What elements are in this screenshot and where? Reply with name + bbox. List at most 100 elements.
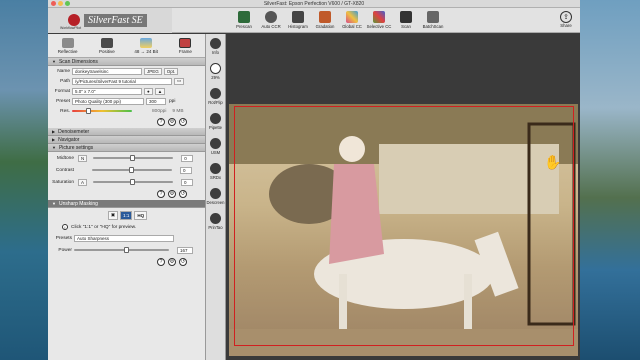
bit-depth-mode[interactable]: 48 → 24 Bit [127, 34, 166, 57]
collapse-arrow-icon: ▼ [52, 145, 56, 150]
info-icon: i [62, 224, 68, 230]
contrast-slider[interactable] [92, 167, 172, 173]
close-button[interactable] [51, 1, 56, 6]
midtone-slider[interactable] [93, 155, 174, 161]
reset-icon[interactable]: ↺ [179, 118, 187, 126]
scan-icon [400, 11, 412, 23]
saturation-mode-box[interactable]: A [78, 178, 88, 186]
film-strip-icon [100, 37, 113, 48]
toolbar-buttons: Prescan Auto CCR Histogram Gradation Glo… [232, 11, 445, 29]
global-cc-button[interactable]: Global CC [340, 11, 364, 29]
auto-ccr-icon [265, 11, 277, 23]
info-icon [210, 38, 221, 49]
usm-tool[interactable]: USM [206, 134, 225, 159]
denoisemeter-header[interactable]: ▶ Denoisemeter [48, 128, 205, 136]
expand-arrow-icon: ▶ [52, 137, 56, 142]
help-icon[interactable]: ? [157, 190, 165, 198]
printao-tool[interactable]: PrinTao [206, 209, 225, 234]
usm-power-row: Power 167 [48, 244, 205, 256]
power-slider-knob[interactable] [124, 247, 130, 253]
rotate-flip-tool[interactable]: Rot/Flip [206, 84, 225, 109]
vertical-toolbar: Info 29% Rot/Flip Pipette USM SRDx Descr… [206, 34, 226, 360]
resolution-slider[interactable] [72, 108, 132, 114]
prescan-button[interactable]: Prescan [232, 11, 256, 29]
options-button[interactable]: Opt. [163, 67, 179, 75]
file-format-select[interactable]: JPEG [144, 67, 162, 75]
scan-frame-selection[interactable] [234, 106, 574, 346]
collapse-arrow-icon: ▼ [52, 59, 56, 64]
usm-presets-row: Presets Auto Sharpness [48, 232, 205, 244]
scan-button[interactable]: Scan [394, 11, 418, 29]
usm-hint-row: i Click "1:1" or "HQ" for preview. [48, 222, 205, 232]
landscape-icon[interactable]: ▲ [154, 87, 166, 95]
usm-view-row: ▣ 1:1 HQ [48, 208, 205, 222]
folder-icon[interactable]: ▭ [174, 77, 185, 85]
resolution-slider-knob[interactable] [85, 108, 91, 114]
scan-dimension-actions: ? ⚙ ↺ [48, 116, 205, 128]
saturation-value[interactable]: 0 [181, 178, 194, 186]
saturation-slider-knob[interactable] [130, 179, 136, 185]
settings-icon[interactable]: ⚙ [168, 190, 176, 198]
contrast-value[interactable]: 0 [180, 166, 192, 174]
contrast-row: Contrast 0 [48, 164, 205, 176]
preset-select[interactable]: Photo Quality (300 ppi) [72, 97, 144, 105]
midtone-mode-box[interactable]: N [78, 154, 88, 162]
reset-icon[interactable]: ↺ [179, 190, 187, 198]
main-toolbar: SilverFast SE WorkflowPilot Prescan Auto… [48, 7, 580, 33]
saturation-row: Saturation A 0 [48, 176, 205, 188]
descreen-tool[interactable]: Descreen [206, 184, 225, 209]
gradation-button[interactable]: Gradation [313, 11, 337, 29]
settings-panel: Reflective Positive 48 → 24 Bit Frame ▼ S… [48, 34, 206, 360]
picture-settings-header[interactable]: ▼ Picture settings [48, 144, 205, 152]
format-field[interactable]: 5.0" x 7.0" [72, 87, 142, 95]
help-icon[interactable]: ? [157, 118, 165, 126]
portrait-icon[interactable]: ● [144, 87, 153, 95]
prescan-icon [238, 11, 250, 23]
minimize-button[interactable] [58, 1, 63, 6]
settings-icon[interactable]: ⚙ [168, 258, 176, 266]
saturation-slider[interactable] [93, 179, 174, 185]
desktop-wallpaper-left [0, 0, 48, 360]
batchscan-button[interactable]: BatchScan [421, 11, 445, 29]
reset-icon[interactable]: ↺ [179, 258, 187, 266]
midtone-slider-knob[interactable] [130, 155, 136, 161]
frame-mode[interactable]: Frame [166, 34, 205, 57]
preview-canvas[interactable]: ✋ [226, 34, 580, 360]
ppi-field[interactable]: 300 [146, 97, 166, 105]
selective-cc-button[interactable]: Selective CC [367, 11, 391, 29]
histogram-icon [292, 11, 304, 23]
unsharp-masking-header[interactable]: ▼ Unsharp Masking [48, 200, 205, 208]
navigator-header[interactable]: ▶ Navigator [48, 136, 205, 144]
share-button[interactable]: ⇪ Share [560, 11, 572, 28]
auto-ccr-button[interactable]: Auto CCR [259, 11, 283, 29]
settings-icon[interactable]: ⚙ [168, 118, 176, 126]
logo-subtitle: WorkflowPilot [60, 26, 82, 30]
histogram-button[interactable]: Histogram [286, 11, 310, 29]
midtone-value[interactable]: 0 [181, 154, 194, 162]
share-icon: ⇪ [560, 11, 572, 23]
file-size: 9 MB [172, 108, 184, 114]
zoom-button[interactable] [65, 1, 70, 6]
gradation-icon [319, 11, 331, 23]
preset-row: Preset Photo Quality (300 ppi) 300 ppi [56, 97, 176, 105]
power-slider[interactable] [74, 247, 169, 253]
scan-dimensions-header[interactable]: ▼ Scan Dimensions [48, 58, 205, 66]
format-row: Format 5.0" x 7.0" ● ▲ [48, 86, 205, 96]
view-hq-button[interactable]: HQ [134, 210, 148, 220]
preview-icon[interactable]: ▣ [107, 210, 119, 220]
name-field[interactable]: donkeytravelsinc [72, 67, 142, 75]
path-field[interactable]: /y/Pictures/SilverFast 9 tutorial [72, 77, 172, 85]
zoom-tool[interactable]: 29% [206, 59, 225, 84]
contrast-slider-knob[interactable] [129, 167, 134, 173]
usm-presets-select[interactable]: Auto Sharpness [74, 234, 174, 242]
power-value[interactable]: 167 [177, 246, 193, 254]
workflow-pilot-icon[interactable] [68, 14, 80, 26]
pipette-tool[interactable]: Pipette [206, 109, 225, 134]
positive-mode[interactable]: Positive [87, 34, 126, 57]
view-1-1-button[interactable]: 1:1 [120, 210, 133, 220]
info-tool[interactable]: Info [206, 34, 225, 59]
resolution-value: 800ppi [152, 108, 167, 114]
srdx-tool[interactable]: SRDx [206, 159, 225, 184]
help-icon[interactable]: ? [157, 258, 165, 266]
reflective-mode[interactable]: Reflective [48, 34, 87, 57]
